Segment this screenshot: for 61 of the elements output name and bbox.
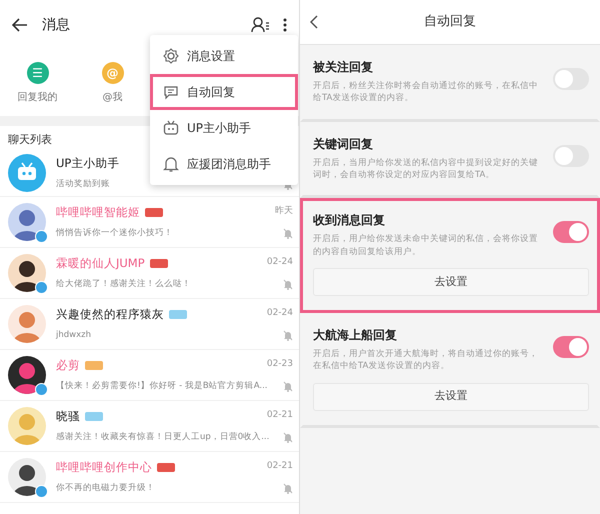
contact-name: UP主小助手: [56, 155, 120, 172]
option-title: 关键词回复: [313, 136, 374, 153]
option-title: 被关注回复: [313, 59, 374, 76]
contact-name: 哔哩哔哩智能姬: [56, 204, 140, 220]
settings-button[interactable]: 去设置: [313, 268, 589, 296]
section-title: 聊天列表: [8, 133, 52, 146]
option-title: 大航海上船回复: [313, 326, 398, 344]
message-preview: 活动奖励到账: [56, 178, 110, 191]
chat-row[interactable]: 哔哩哔哩创作中心 02-21 你不再的电磁力要升级！: [0, 452, 299, 502]
message-time: 昨天: [275, 205, 293, 218]
message-time: 02-21: [266, 460, 293, 474]
menu-item-label: 自动回复: [187, 84, 235, 101]
quick-link-label[interactable]: @我: [102, 90, 122, 104]
message-time: 02-24: [266, 256, 293, 270]
option-description: 开启后，用户首次开通大航海时，将自动通过你的账号，在私信中给TA发送你设置的内容。: [313, 348, 539, 372]
contact-name: 必剪: [56, 356, 80, 374]
settings-icon: [163, 48, 179, 64]
option-title: 收到消息回复: [313, 212, 386, 230]
tv-robot-icon: [8, 154, 46, 192]
bell-icon: [163, 156, 179, 172]
contact-name: 哔哩哔哩创作中心: [56, 458, 152, 476]
quick-link-label[interactable]: 回复我的: [18, 90, 58, 104]
back-icon[interactable]: [12, 18, 28, 32]
message-preview: jhdwxzh: [56, 328, 91, 342]
menu-item-label: UP主小助手: [187, 120, 252, 137]
toggle-switch[interactable]: [553, 221, 589, 244]
settings-button[interactable]: 去设置: [313, 382, 589, 410]
menu-item-label: 消息设置: [187, 48, 235, 65]
chat-row[interactable]: 必剪 02-23 【快来！必剪需要你!】你好呀 - 我是B站官方剪辑A...: [0, 350, 299, 400]
message-preview: 悄悄告诉你一个迷你小技巧！: [56, 226, 173, 240]
option-description: 开启后，当用户给你发送的私信内容中提到设定好的关键词时，会自动将你设定的对应内容回复给TA。: [313, 156, 539, 182]
chat-bubble-icon: [163, 84, 179, 100]
message-time: 02-23: [266, 358, 293, 372]
contact-name: 兴趣使然的程序猿灰: [56, 306, 164, 322]
chat-row[interactable]: 哔哩哔哩智能姬 昨天 悄悄告诉你一个迷你小技巧！: [0, 196, 299, 248]
message-preview: 感谢关注！收藏夹有惊喜！日更人工up，日营0收入...: [56, 430, 270, 444]
message-preview: 【快来！必剪需要你!】你好呀 - 我是B站官方剪辑A...: [56, 380, 268, 392]
menu-item[interactable]: 自动回复: [150, 74, 298, 110]
back-icon[interactable]: [310, 15, 318, 29]
page-title: 消息: [42, 16, 70, 34]
contact-name: 霖暖的仙人JUMP: [56, 254, 145, 272]
contact-name: 晓骚: [56, 408, 80, 424]
chat-row[interactable]: 兴趣使然的程序猿灰 02-24 jhdwxzh: [0, 298, 299, 350]
message-preview: 给大佬跪了！感谢关注！么么哒！: [56, 278, 191, 290]
message-time: 02-24: [266, 307, 293, 320]
toggle-switch[interactable]: [553, 144, 589, 167]
contacts-icon[interactable]: [251, 17, 269, 33]
option-description: 开启后，用户给你发送未命中关键词的私信，会将你设置的内容自动回复给该用户。: [313, 233, 539, 258]
toggle-switch[interactable]: [553, 336, 589, 358]
chat-row[interactable]: 霖暖的仙人JUMP 02-24 给大佬跪了！感谢关注！么么哒！: [0, 248, 299, 298]
chat-row[interactable]: 晓骚 02-21 感谢关注！收藏夹有惊喜！日更人工up，日营0收入...: [0, 400, 299, 452]
message-time: 02-21: [266, 409, 293, 422]
menu-item[interactable]: 消息设置: [150, 38, 298, 74]
message-preview: 你不再的电磁力要升级！: [56, 482, 155, 494]
menu-item-label: 应援团消息助手: [187, 156, 271, 173]
tv-robot-icon: [163, 120, 179, 136]
page-title: 自动回复: [424, 13, 476, 32]
toggle-switch[interactable]: [553, 68, 589, 90]
menu-item[interactable]: UP主小助手: [150, 110, 298, 146]
more-icon[interactable]: [283, 18, 287, 32]
option-description: 开启后，粉丝关注你时将会自动通过你的账号，在私信中给TA发送你设置的内容。: [313, 80, 539, 105]
